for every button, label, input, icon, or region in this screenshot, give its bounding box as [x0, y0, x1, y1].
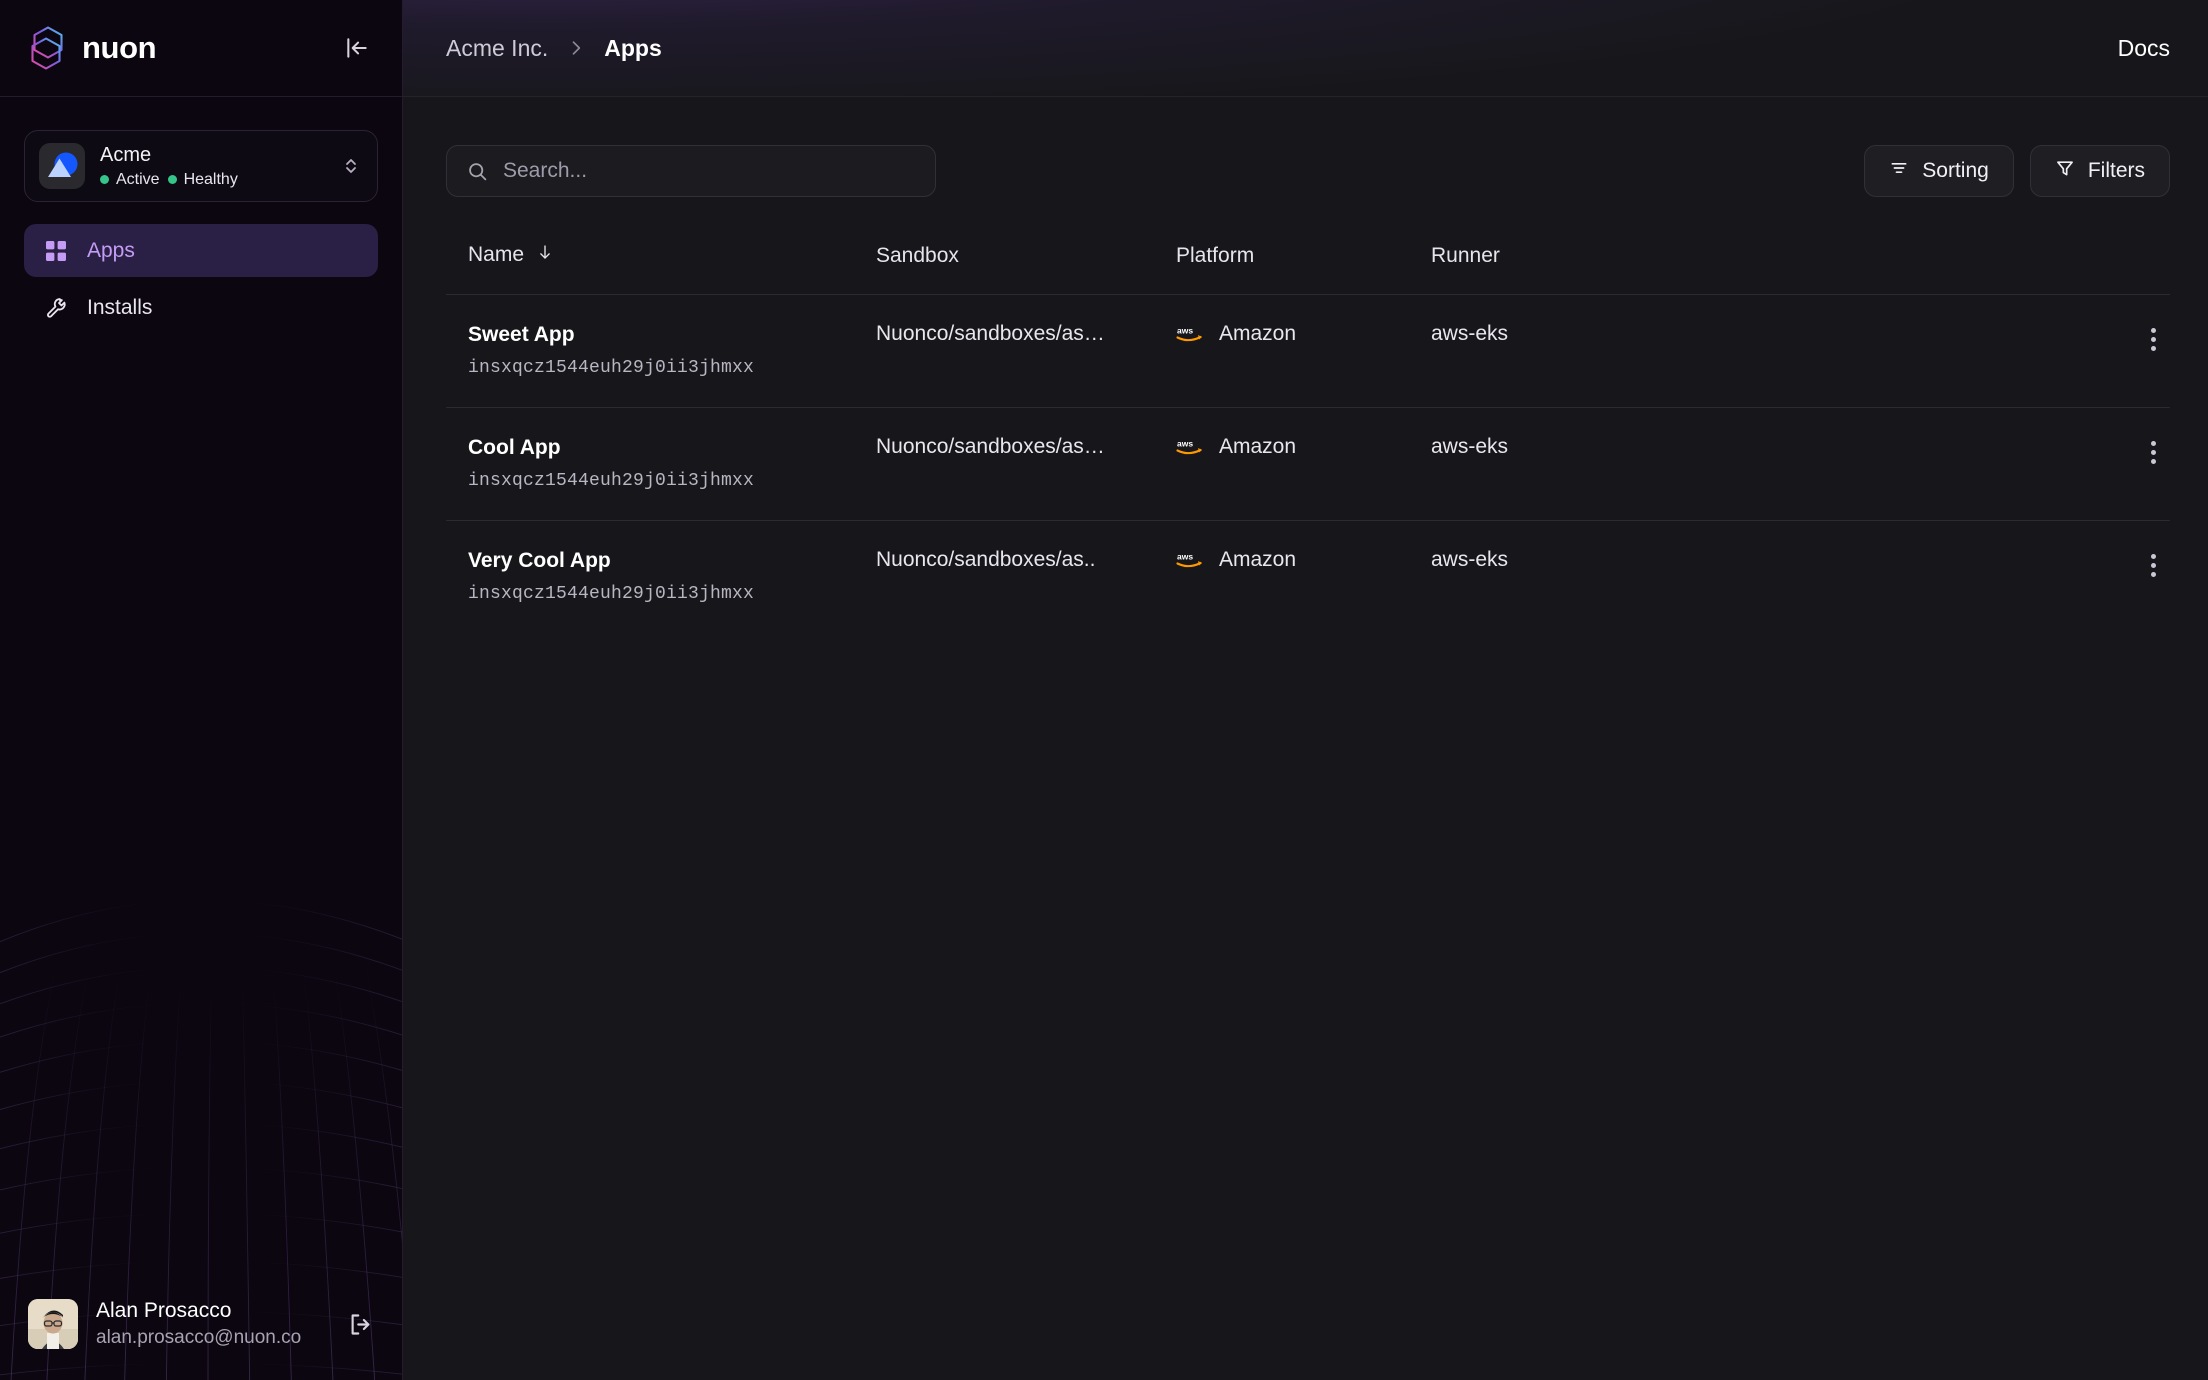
svg-text:aws: aws	[1177, 326, 1193, 336]
status-badge-healthy: Healthy	[167, 170, 238, 189]
search-input[interactable]	[503, 159, 915, 183]
sort-lines-icon	[1889, 158, 1909, 184]
table-header-row: Name Sandbox Platform Runner	[446, 242, 2170, 295]
app-name[interactable]: Very Cool App	[468, 548, 876, 573]
acme-avatar	[39, 143, 85, 189]
arrow-down-icon	[536, 242, 554, 268]
breadcrumb: Acme Inc. Apps	[446, 35, 662, 62]
cell-sandbox: Nuonco/sandboxes/as…	[876, 294, 1176, 408]
app-root: nuon Acme Active Healthy Apps Installs A…	[0, 0, 2208, 1380]
breadcrumb-current: Apps	[604, 34, 662, 61]
chevron-up-down-icon[interactable]	[341, 154, 361, 178]
user-name: Alan Prosacco	[96, 1299, 232, 1322]
filters-button[interactable]: Filters	[2029, 145, 2170, 197]
org-name: Acme	[100, 143, 152, 166]
cell-platform: aws Amazon	[1176, 294, 1431, 408]
column-header-actions	[2080, 242, 2170, 295]
platform-label: Amazon	[1219, 435, 1297, 458]
table-row[interactable]: Very Cool App insxqcz1544euh29j0ii3jhmxx…	[446, 520, 2170, 633]
apps-table: Name Sandbox Platform Runner Sweet App i…	[446, 242, 2170, 633]
search-box[interactable]	[446, 145, 936, 197]
kebab-menu-icon[interactable]	[2136, 435, 2170, 469]
aws-icon: aws	[1176, 324, 1206, 344]
user-email: alan.prosacco@nuon.co	[96, 1327, 302, 1348]
sidebar-item-apps[interactable]: Apps	[24, 224, 378, 277]
topbar: Acme Inc. Apps Docs	[403, 0, 2208, 97]
cell-actions	[2080, 407, 2170, 521]
status-label-active: Active	[116, 170, 160, 188]
cell-sandbox: Nuonco/sandboxes/as..	[876, 520, 1176, 633]
wrench-icon	[44, 296, 68, 320]
org-status-row: Active Healthy	[100, 171, 238, 189]
chevron-right-icon	[566, 38, 586, 58]
status-dot-icon	[100, 175, 109, 184]
cell-actions	[2080, 294, 2170, 408]
grid-icon	[44, 239, 68, 263]
sorting-button[interactable]: Sorting	[1864, 145, 2014, 197]
cell-platform: aws Amazon	[1176, 407, 1431, 521]
funnel-icon	[2055, 158, 2075, 184]
cell-sandbox: Nuonco/sandboxes/as…	[876, 407, 1176, 521]
kebab-menu-icon[interactable]	[2136, 548, 2170, 582]
svg-text:aws: aws	[1177, 439, 1193, 449]
user-profile[interactable]: Alan Prosacco alan.prosacco@nuon.co	[0, 1268, 402, 1380]
sidebar-item-installs[interactable]: Installs	[24, 281, 378, 334]
app-id: insxqcz1544euh29j0ii3jhmxx	[468, 584, 755, 604]
status-label-healthy: Healthy	[183, 170, 238, 188]
sorting-button-label: Sorting	[1922, 159, 1989, 182]
toolbar: Sorting Filters	[446, 145, 2170, 197]
cell-name: Sweet App insxqcz1544euh29j0ii3jhmxx	[446, 294, 876, 408]
cell-platform: aws Amazon	[1176, 520, 1431, 633]
sidebar-nav: Apps Installs	[0, 224, 402, 334]
user-avatar	[28, 1299, 78, 1349]
toolbar-actions: Sorting Filters	[1864, 145, 2170, 197]
app-id: insxqcz1544euh29j0ii3jhmxx	[468, 358, 755, 378]
main-area: Acme Inc. Apps Docs Search... Sorting Fi…	[403, 0, 2208, 1380]
search-icon	[467, 161, 488, 182]
column-header-platform[interactable]: Platform	[1176, 242, 1431, 295]
apps-table-body: Sweet App insxqcz1544euh29j0ii3jhmxx Nuo…	[446, 294, 2170, 633]
sidebar-item-label: Apps	[87, 238, 135, 262]
brand-row: nuon	[0, 0, 402, 97]
sidebar: nuon Acme Active Healthy Apps Installs A…	[0, 0, 403, 1380]
column-header-platform-label: Platform	[1176, 244, 1255, 267]
table-row[interactable]: Sweet App insxqcz1544euh29j0ii3jhmxx Nuo…	[446, 294, 2170, 408]
apps-table-head: Name Sandbox Platform Runner	[446, 242, 2170, 295]
logout-icon[interactable]	[342, 1306, 378, 1342]
cell-name: Cool App insxqcz1544euh29j0ii3jhmxx	[446, 407, 876, 521]
column-header-runner[interactable]: Runner	[1431, 242, 2080, 295]
column-header-name-label: Name	[468, 243, 525, 266]
column-header-sandbox-label: Sandbox	[876, 244, 959, 267]
breadcrumb-root[interactable]: Acme Inc.	[446, 35, 548, 62]
brand-name: nuon	[82, 30, 157, 65]
status-dot-icon	[167, 175, 177, 184]
panel-collapse-left-icon[interactable]	[340, 31, 374, 65]
svg-text:aws: aws	[1177, 552, 1193, 562]
cell-runner: aws-eks	[1431, 407, 2080, 521]
sidebar-item-label: Installs	[87, 295, 153, 319]
cell-runner: aws-eks	[1431, 520, 2080, 633]
table-row[interactable]: Cool App insxqcz1544euh29j0ii3jhmxx Nuon…	[446, 407, 2170, 521]
platform-label: Amazon	[1219, 548, 1297, 571]
kebab-menu-icon[interactable]	[2136, 322, 2170, 356]
docs-link[interactable]: Docs	[2118, 35, 2170, 62]
cell-actions	[2080, 520, 2170, 633]
platform-label: Amazon	[1219, 322, 1297, 345]
content-area: Sorting Filters	[403, 97, 2208, 1380]
org-switcher[interactable]: Acme Active Healthy	[24, 130, 378, 202]
app-name[interactable]: Cool App	[468, 435, 876, 460]
status-badge-active: Active	[100, 171, 160, 189]
column-header-sandbox[interactable]: Sandbox	[876, 242, 1176, 295]
cell-name: Very Cool App insxqcz1544euh29j0ii3jhmxx	[446, 520, 876, 633]
app-name[interactable]: Sweet App	[468, 322, 876, 347]
aws-icon: aws	[1176, 437, 1206, 457]
cell-runner: aws-eks	[1431, 294, 2080, 408]
filters-button-label: Filters	[2087, 159, 2145, 182]
aws-icon: aws	[1176, 550, 1206, 570]
column-header-name[interactable]: Name	[446, 242, 876, 295]
column-header-runner-label: Runner	[1431, 244, 1500, 267]
app-id: insxqcz1544euh29j0ii3jhmxx	[468, 471, 755, 491]
nuon-hexagon-logo	[31, 26, 63, 70]
